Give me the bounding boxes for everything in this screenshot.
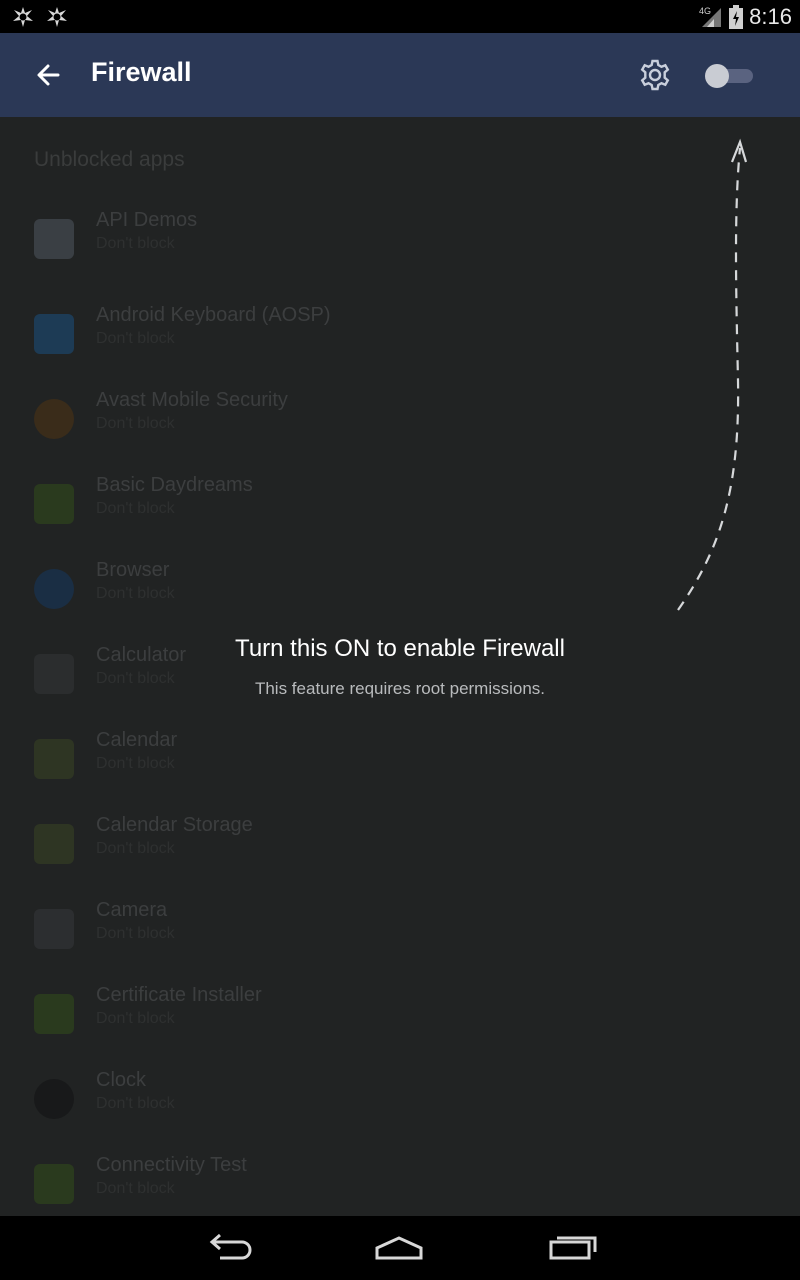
app-name: Calendar Storage <box>96 814 253 836</box>
camera-icon <box>34 909 74 949</box>
android-icon <box>34 994 74 1034</box>
list-item[interactable]: Calendar Don't block <box>0 729 800 824</box>
app-name: Android Keyboard (AOSP) <box>96 304 331 326</box>
app-name: API Demos <box>96 209 198 231</box>
app-name: Certificate Installer <box>96 984 262 1006</box>
navigation-bar <box>0 1216 800 1280</box>
overlay-subtitle: This feature requires root permissions. <box>254 679 546 698</box>
back-nav-icon[interactable] <box>200 1230 260 1266</box>
app-status: Don't block <box>96 840 175 857</box>
android-icon <box>34 484 74 524</box>
toggle-thumb <box>705 64 729 88</box>
app-status: Don't block <box>96 235 175 252</box>
overlay-title: Turn this ON to enable Firewall <box>235 635 565 662</box>
status-bar: 4G 8:16 <box>0 0 800 33</box>
app-toolbar: Firewall <box>0 33 800 117</box>
recents-nav-icon[interactable] <box>541 1230 601 1266</box>
app-status: Don't block <box>96 1095 175 1112</box>
android-app-icon <box>34 219 74 259</box>
hint-arrow <box>677 138 748 611</box>
clock-icon <box>34 1079 74 1119</box>
list-item[interactable]: Calendar Storage Don't block <box>0 814 800 909</box>
app-name: Camera <box>96 899 168 921</box>
app-status: Don't block <box>96 585 175 602</box>
avast-notification-icon <box>13 7 33 27</box>
firewall-toggle[interactable] <box>705 64 753 88</box>
app-status: Don't block <box>96 1010 175 1027</box>
section-header: Unblocked apps <box>34 148 185 171</box>
list-item[interactable]: Connectivity Test Don't block <box>0 1154 800 1216</box>
app-status: Don't block <box>96 415 175 432</box>
battery-icon <box>729 4 744 29</box>
gear-icon[interactable] <box>635 55 675 95</box>
app-status: Don't block <box>96 500 175 517</box>
android-icon <box>34 1164 74 1204</box>
app-status: Don't block <box>96 755 175 772</box>
page-title: Firewall <box>91 57 192 87</box>
app-name: Clock <box>96 1069 147 1091</box>
avast-icon <box>34 399 74 439</box>
calendar-icon <box>34 739 74 779</box>
signal-icon: 4G <box>699 6 722 27</box>
app-name: Calendar <box>96 729 178 751</box>
app-name: Browser <box>96 559 170 581</box>
status-time: 8:16 <box>749 3 792 29</box>
app-name: Avast Mobile Security <box>96 389 288 411</box>
keyboard-icon <box>34 314 74 354</box>
arrow-back-icon[interactable] <box>28 55 68 95</box>
avast-notification-icon <box>47 7 67 27</box>
list-item[interactable]: Clock Don't block <box>0 1069 800 1164</box>
app-name: Connectivity Test <box>96 1154 247 1176</box>
app-status: Don't block <box>96 925 175 942</box>
globe-icon <box>34 569 74 609</box>
app-name: Basic Daydreams <box>96 474 253 496</box>
app-status: Don't block <box>96 1180 175 1197</box>
svg-text:4G: 4G <box>699 6 711 16</box>
list-item[interactable]: Camera Don't block <box>0 899 800 994</box>
app-status: Don't block <box>96 330 175 347</box>
list-item[interactable]: Certificate Installer Don't block <box>0 984 800 1079</box>
home-nav-icon[interactable] <box>369 1230 429 1266</box>
calendar-icon <box>34 824 74 864</box>
